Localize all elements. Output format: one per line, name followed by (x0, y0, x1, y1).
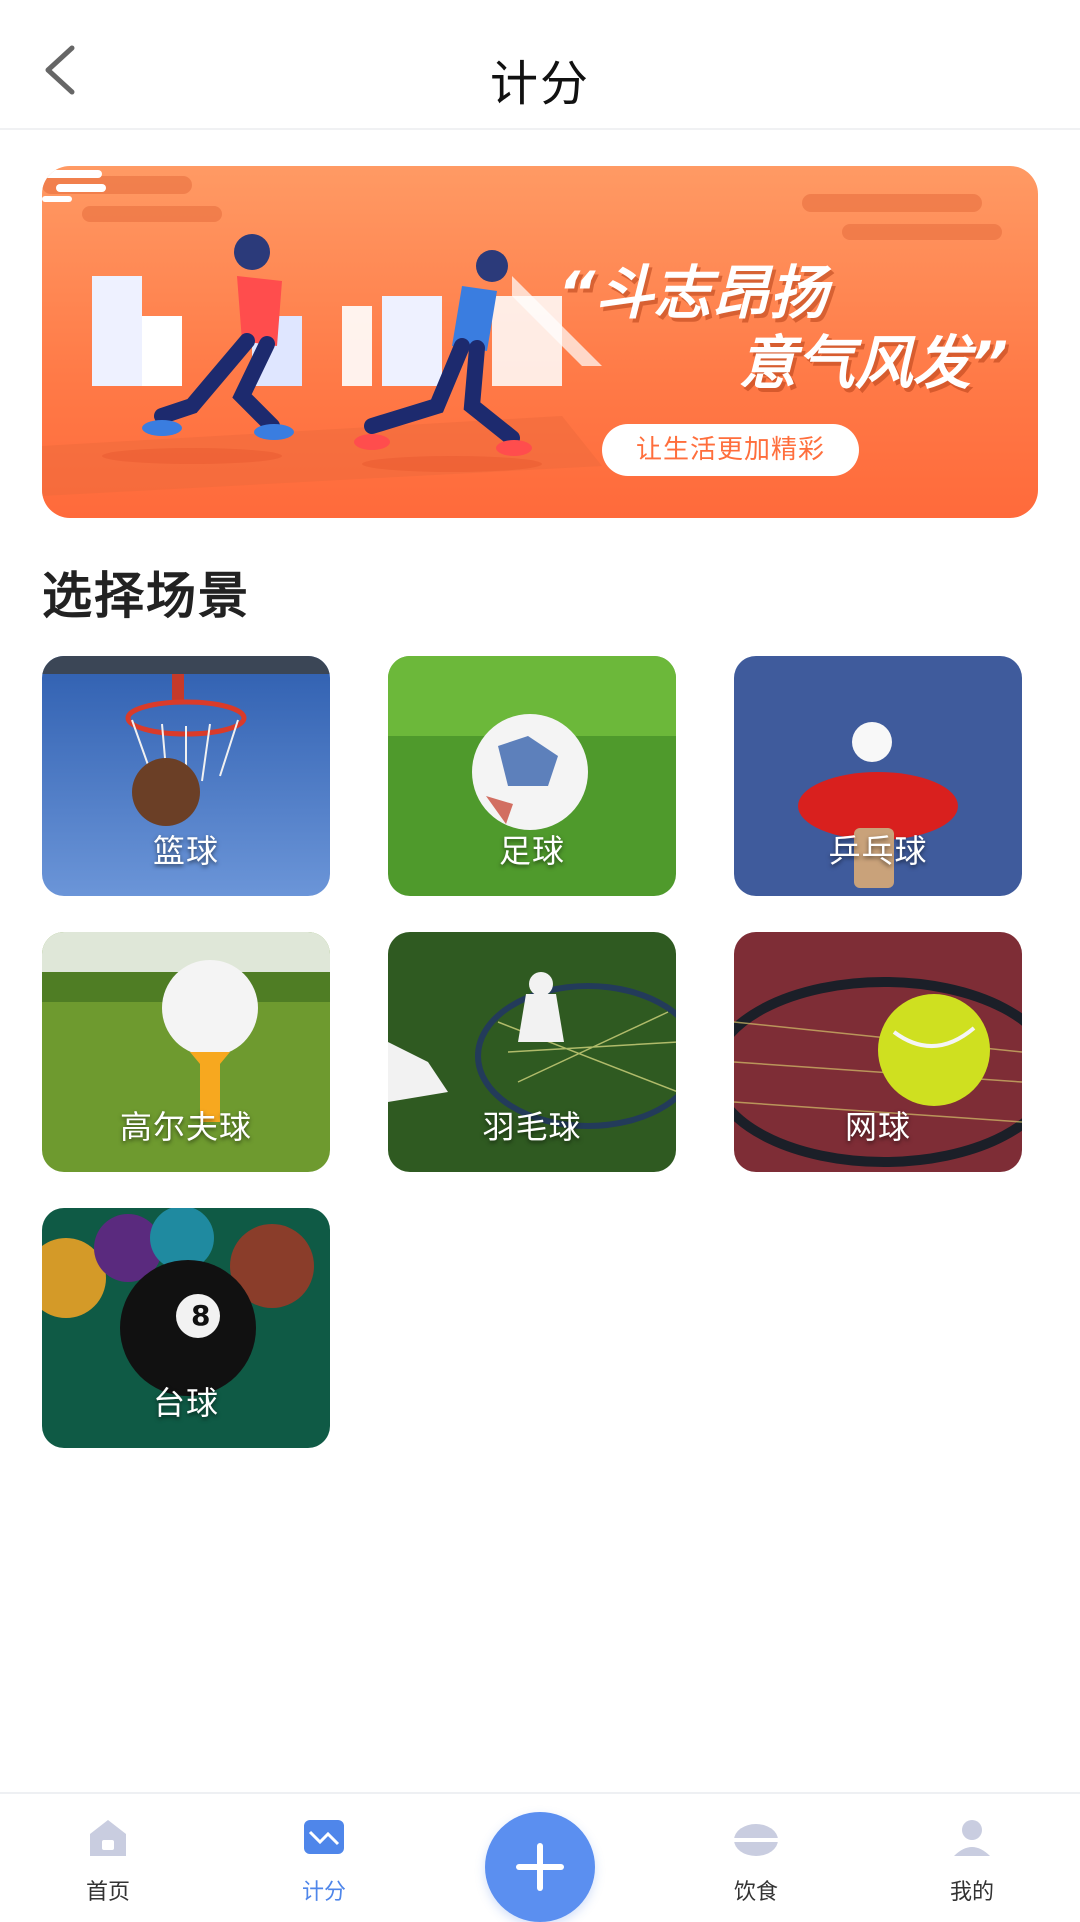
nav-home-label: 首页 (85, 1880, 130, 1905)
nav-profile-label: 我的 (949, 1880, 994, 1905)
slogan-line-2: 意气风发” (738, 329, 1008, 397)
sport-label: 篮球 (152, 832, 219, 870)
promo-banner[interactable]: “斗志昂扬 意气风发” 让生活更加精彩 (42, 166, 1038, 518)
profile-icon (954, 1820, 990, 1856)
sport-label: 足球 (498, 832, 565, 870)
sport-label: 羽毛球 (482, 1108, 582, 1146)
nav-profile[interactable]: 我的 (902, 1812, 1042, 1912)
food-icon (734, 1824, 778, 1856)
sport-label: 乒乓球 (828, 832, 928, 870)
sport-card-badminton[interactable]: 羽毛球 (388, 932, 676, 1172)
sport-card-soccer[interactable]: 足球 (388, 656, 676, 896)
add-button[interactable] (485, 1812, 595, 1922)
chart-icon (304, 1820, 344, 1854)
sport-card-table-tennis[interactable]: 乒乓球 (734, 656, 1022, 896)
svg-text:8: 8 (191, 1299, 210, 1332)
sport-label: 网球 (844, 1108, 911, 1146)
nav-home[interactable]: 首页 (38, 1812, 178, 1912)
sport-card-tennis[interactable]: 网球 (734, 932, 1022, 1172)
nav-score-label: 计分 (301, 1880, 346, 1905)
sport-card-basketball[interactable]: 篮球 (42, 656, 330, 896)
sport-label: 高尔夫球 (119, 1108, 252, 1146)
banner-tagline: 让生活更加精彩 (602, 424, 860, 476)
top-bar: 计分 (0, 0, 1080, 130)
section-title: 选择场景 (42, 567, 250, 625)
sport-card-billiards[interactable]: 8 台球 (42, 1208, 330, 1448)
page-title: 计分 (489, 56, 590, 112)
nav-food-label: 饮食 (733, 1880, 778, 1905)
home-icon (90, 1820, 126, 1856)
slogan-line-1: “斗志昂扬 (558, 259, 828, 327)
sport-card-golf[interactable]: 高尔夫球 (42, 932, 330, 1172)
nav-score[interactable]: 计分 (254, 1812, 394, 1912)
speed-lines-icon (42, 170, 106, 202)
nav-food[interactable]: 饮食 (686, 1812, 826, 1912)
plus-icon (516, 1843, 564, 1891)
sport-label: 台球 (152, 1384, 219, 1422)
banner-slogan: “斗志昂扬 意气风发” (538, 258, 1008, 398)
